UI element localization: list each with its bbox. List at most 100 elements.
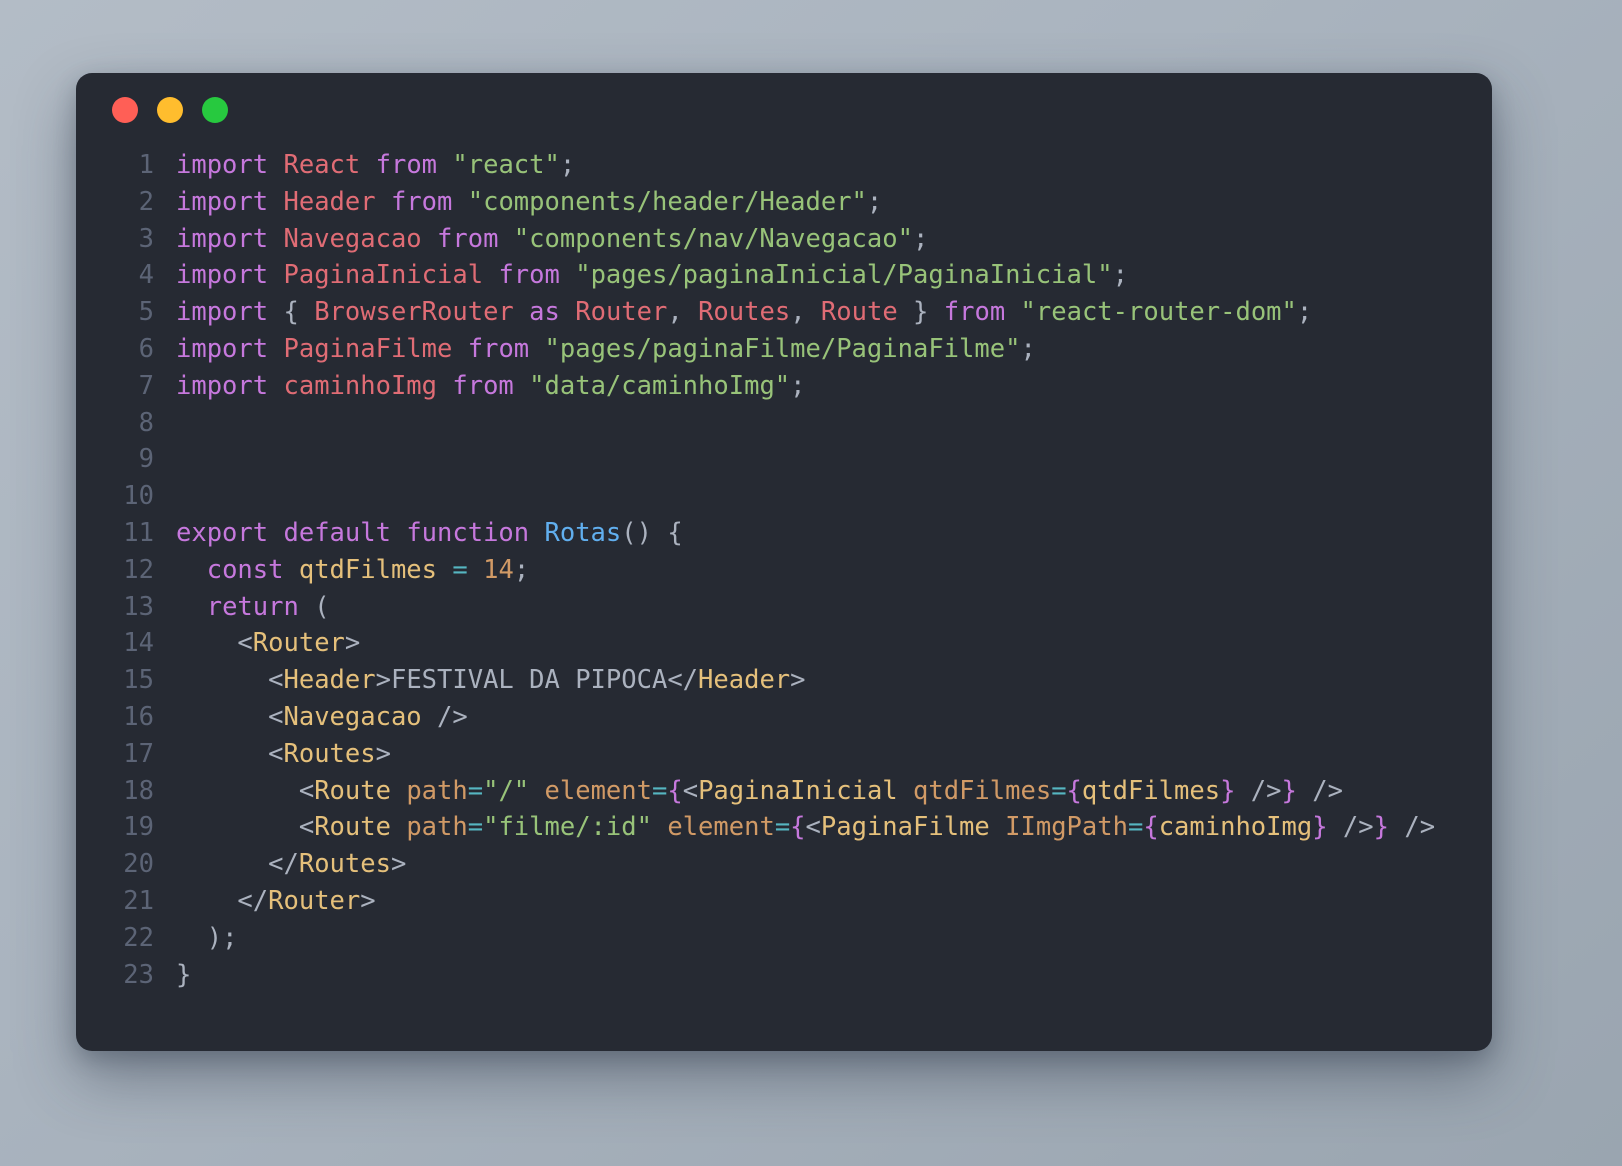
- code-row: 2 import Header from "components/header/H…: [76, 184, 1492, 221]
- token-pun: >: [360, 885, 376, 916]
- code-line[interactable]: import caminhoImg from "data/caminhoImg"…: [176, 368, 1492, 405]
- token-pun: [376, 187, 391, 217]
- token-pun: >: [375, 738, 391, 769]
- code-line[interactable]: export default function Rotas() {: [176, 515, 1492, 552]
- token-pun: />: [421, 701, 468, 732]
- code-row: 8: [76, 405, 1492, 442]
- token-pun: [176, 923, 207, 953]
- code-line[interactable]: <Navegacao />: [176, 699, 1492, 736]
- code-line[interactable]: <Routes>: [176, 736, 1492, 773]
- token-pun: [468, 555, 483, 585]
- token-pun: [268, 371, 283, 401]
- token-str: "pages/paginaInicial/PaginaInicial": [575, 260, 1113, 291]
- token-pun: ,: [790, 297, 806, 328]
- token-pun: [268, 187, 283, 217]
- token-pun: [176, 886, 237, 916]
- line-number: 11: [123, 517, 154, 548]
- token-pun: [806, 297, 821, 327]
- line-number: 19: [123, 812, 154, 843]
- line-number: 4: [138, 260, 154, 291]
- token-pun: >: [375, 665, 391, 696]
- token-var: qtdFilmes: [298, 554, 438, 585]
- code-line[interactable]: const qtdFilmes = 14;: [176, 552, 1492, 589]
- code-line[interactable]: import Header from "components/header/He…: [176, 184, 1492, 221]
- code-row: 11 export default function Rotas() {: [76, 515, 1492, 552]
- code-line[interactable]: <Router>: [176, 625, 1492, 662]
- token-brace: }: [1312, 812, 1328, 843]
- line-number: 14: [123, 628, 154, 659]
- token-brace: {: [667, 775, 683, 806]
- line-number: 3: [138, 223, 154, 254]
- token-pun: [268, 224, 283, 254]
- token-pun: />: [1296, 775, 1343, 806]
- code-editor[interactable]: 1 import React from "react"; 2 import Heade…: [76, 147, 1492, 993]
- token-var: Router: [268, 885, 361, 916]
- code-line[interactable]: <Header>FESTIVAL DA PIPOCA</Header>: [176, 662, 1492, 699]
- code-line[interactable]: import React from "react";: [176, 147, 1492, 184]
- token-pun: [437, 371, 452, 401]
- token-kw: import: [176, 223, 269, 254]
- code-line[interactable]: import { BrowserRouter as Router, Routes…: [176, 294, 1492, 331]
- token-kw: const: [206, 554, 284, 585]
- line-number: 5: [138, 297, 154, 328]
- code-row: 9: [76, 441, 1492, 478]
- code-line[interactable]: </Routes>: [176, 846, 1492, 883]
- code-line[interactable]: import PaginaInicial from "pages/paginaI…: [176, 257, 1492, 294]
- code-line[interactable]: </Router>: [176, 883, 1492, 920]
- code-line[interactable]: return (: [176, 589, 1492, 626]
- token-pun: [422, 224, 437, 254]
- token-id: Navegacao: [283, 223, 422, 254]
- line-number: 6: [138, 333, 154, 364]
- token-attr: element: [544, 775, 652, 806]
- token-pun: [990, 812, 1005, 842]
- line-number: 2: [138, 186, 154, 217]
- token-kw: import: [176, 370, 269, 401]
- token-attr: element: [667, 812, 775, 843]
- token-kw: from: [467, 333, 530, 364]
- code-line[interactable]: );: [176, 920, 1492, 957]
- token-pun: [498, 224, 513, 254]
- code-line[interactable]: [176, 478, 1492, 515]
- code-row: 23}: [76, 957, 1492, 994]
- code-line[interactable]: import Navegacao from "components/nav/Na…: [176, 221, 1492, 258]
- code-line[interactable]: <Route path="filme/:id" element={<Pagina…: [176, 809, 1492, 846]
- code-line[interactable]: import PaginaFilme from "pages/paginaFil…: [176, 331, 1492, 368]
- code-line[interactable]: }: [176, 957, 1492, 994]
- token-kw: from: [390, 186, 453, 217]
- token-attr: path: [406, 812, 468, 843]
- token-pun: [452, 334, 467, 364]
- token-pun: ;: [1020, 333, 1036, 364]
- token-pun: [268, 518, 283, 548]
- code-row: 3 import Navegacao from "components/nav/N…: [76, 221, 1492, 258]
- code-line[interactable]: [176, 405, 1492, 442]
- token-pun: }: [913, 297, 929, 328]
- token-pun: </: [667, 665, 699, 696]
- code-line[interactable]: [176, 441, 1492, 478]
- token-pun: [176, 555, 207, 585]
- token-pun: [176, 665, 268, 695]
- token-pun: ;: [866, 186, 883, 217]
- token-id: Header: [283, 186, 376, 217]
- token-kw: from: [452, 370, 514, 401]
- token-pun: >: [790, 665, 806, 696]
- token-pun: [529, 518, 544, 548]
- minimize-icon[interactable]: [157, 97, 183, 123]
- token-pun: <: [682, 775, 699, 806]
- token-pun: [268, 334, 283, 364]
- code-line[interactable]: <Route path="/" element={<PaginaInicial …: [176, 773, 1492, 810]
- token-pun: [176, 812, 299, 842]
- token-str: "components/nav/Navegacao": [513, 223, 913, 254]
- token-attr: IImgPath: [1005, 812, 1128, 843]
- token-attr: path: [406, 775, 468, 806]
- token-op: =: [1051, 775, 1067, 806]
- token-pun: [514, 371, 529, 401]
- token-var: Route: [314, 812, 391, 843]
- maximize-icon[interactable]: [202, 97, 228, 123]
- token-pun: [391, 518, 406, 548]
- token-pun: [1005, 297, 1020, 327]
- token-var: PaginaFilme: [820, 812, 990, 843]
- code-row: 13 return (: [76, 589, 1492, 626]
- close-icon[interactable]: [112, 97, 138, 123]
- line-number: 10: [123, 481, 154, 512]
- line-number: 1: [138, 150, 154, 180]
